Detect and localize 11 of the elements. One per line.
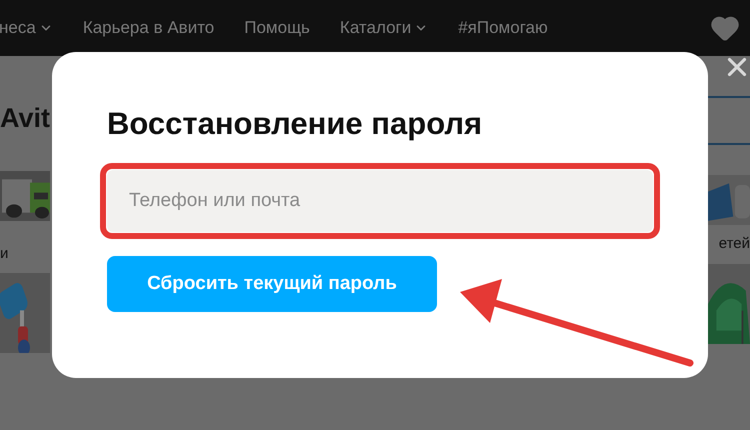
- category-label: и: [0, 244, 10, 264]
- category-label: етей: [718, 234, 750, 254]
- nav-link[interactable]: Каталоги: [340, 15, 428, 41]
- nav-link[interactable]: Помощь: [244, 15, 310, 41]
- reset-password-button[interactable]: Сбросить текущий пароль: [107, 256, 437, 312]
- nav-link[interactable]: неса: [0, 15, 53, 41]
- modal-title: Восстановление пароля: [107, 105, 484, 143]
- nav-link[interactable]: #яПомогаю: [458, 15, 548, 41]
- input-field[interactable]: Телефон или почта: [107, 170, 653, 232]
- page-heading: Avit: [0, 102, 52, 135]
- nav-link[interactable]: Карьера в Авито: [82, 15, 214, 41]
